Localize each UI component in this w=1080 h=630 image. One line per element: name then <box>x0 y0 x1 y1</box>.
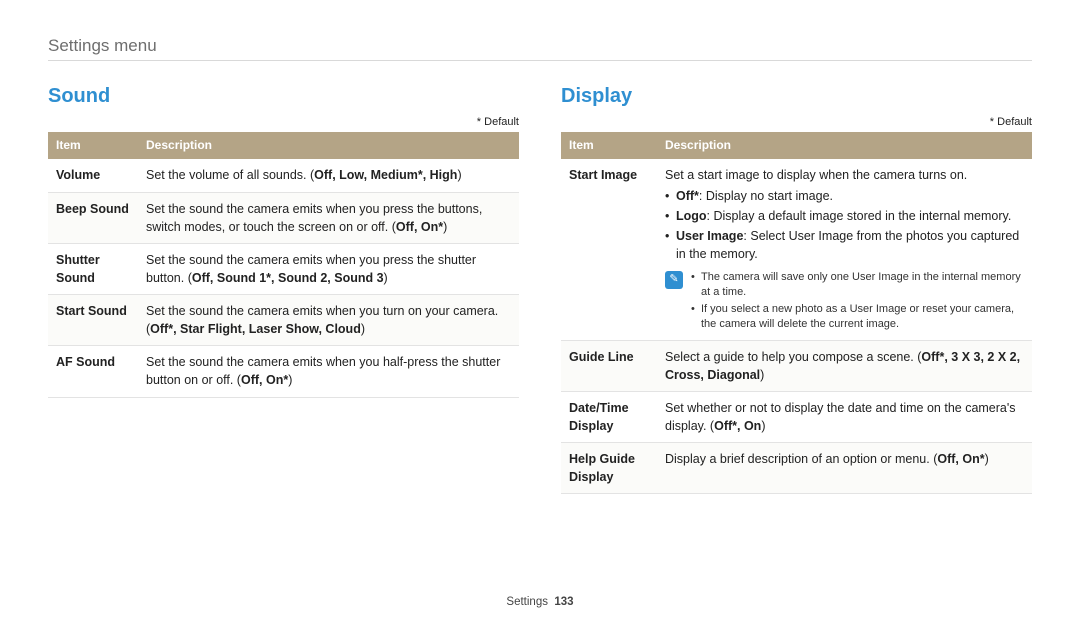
sound-section: Sound * Default Item Description Volume … <box>48 85 519 494</box>
row-desc-af: Set the sound the camera emits when you … <box>138 346 519 397</box>
col-description: Description <box>138 132 519 159</box>
display-table: Item Description Start Image Set a start… <box>561 132 1032 494</box>
display-heading: Display <box>561 85 1032 108</box>
table-row: Start Image Set a start image to display… <box>561 159 1032 340</box>
startimg-note: ✎ The camera will save only one User Ima… <box>665 269 1024 333</box>
list-item: User Image: Select User Image from the p… <box>665 227 1024 263</box>
table-row: AF Sound Set the sound the camera emits … <box>48 346 519 397</box>
row-item-shutter: Shutter Sound <box>48 243 138 294</box>
row-desc-datetime: Set whether or not to display the date a… <box>657 391 1032 442</box>
row-desc-guideline: Select a guide to help you compose a sce… <box>657 340 1032 391</box>
footer-page-number: 133 <box>554 596 573 608</box>
page-footer: Settings 133 <box>0 596 1080 608</box>
manual-page: Settings menu Sound * Default Item Descr… <box>0 0 1080 630</box>
row-desc-volume: Set the volume of all sounds. (Off, Low,… <box>138 159 519 192</box>
row-item-guideline: Guide Line <box>561 340 657 391</box>
list-item: The camera will save only one User Image… <box>691 270 1024 301</box>
row-item-datetime: Date/Time Display <box>561 391 657 442</box>
row-item-startimg: Start Image <box>561 159 657 340</box>
display-section: Display * Default Item Description Start… <box>561 85 1032 494</box>
row-desc-start: Set the sound the camera emits when you … <box>138 295 519 346</box>
col-description: Description <box>657 132 1032 159</box>
table-row: Guide Line Select a guide to help you co… <box>561 340 1032 391</box>
list-item: Off*: Display no start image. <box>665 187 1024 205</box>
title-divider <box>48 60 1032 61</box>
row-item-start: Start Sound <box>48 295 138 346</box>
table-header-row: Item Description <box>48 132 519 159</box>
two-column-layout: Sound * Default Item Description Volume … <box>48 85 1032 494</box>
footer-label: Settings <box>506 596 548 608</box>
row-desc-startimg: Set a start image to display when the ca… <box>657 159 1032 340</box>
table-header-row: Item Description <box>561 132 1032 159</box>
startimg-options-list: Off*: Display no start image. Logo: Disp… <box>665 187 1024 264</box>
row-item-volume: Volume <box>48 159 138 192</box>
list-item: If you select a new photo as a User Imag… <box>691 302 1024 333</box>
row-desc-beep: Set the sound the camera emits when you … <box>138 192 519 243</box>
note-icon: ✎ <box>665 271 683 289</box>
table-row: Help Guide Display Display a brief descr… <box>561 443 1032 494</box>
table-row: Shutter Sound Set the sound the camera e… <box>48 243 519 294</box>
table-row: Start Sound Set the sound the camera emi… <box>48 295 519 346</box>
row-item-beep: Beep Sound <box>48 192 138 243</box>
col-item: Item <box>48 132 138 159</box>
sound-heading: Sound <box>48 85 519 108</box>
table-row: Date/Time Display Set whether or not to … <box>561 391 1032 442</box>
row-item-af: AF Sound <box>48 346 138 397</box>
page-title: Settings menu <box>48 36 1032 56</box>
col-item: Item <box>561 132 657 159</box>
default-note-sound: * Default <box>48 116 519 128</box>
row-desc-helpguide: Display a brief description of an option… <box>657 443 1032 494</box>
default-note-display: * Default <box>561 116 1032 128</box>
table-row: Beep Sound Set the sound the camera emit… <box>48 192 519 243</box>
table-row: Volume Set the volume of all sounds. (Of… <box>48 159 519 192</box>
row-item-helpguide: Help Guide Display <box>561 443 657 494</box>
list-item: Logo: Display a default image stored in … <box>665 207 1024 225</box>
note-list: The camera will save only one User Image… <box>691 269 1024 333</box>
sound-table: Item Description Volume Set the volume o… <box>48 132 519 398</box>
row-desc-shutter: Set the sound the camera emits when you … <box>138 243 519 294</box>
